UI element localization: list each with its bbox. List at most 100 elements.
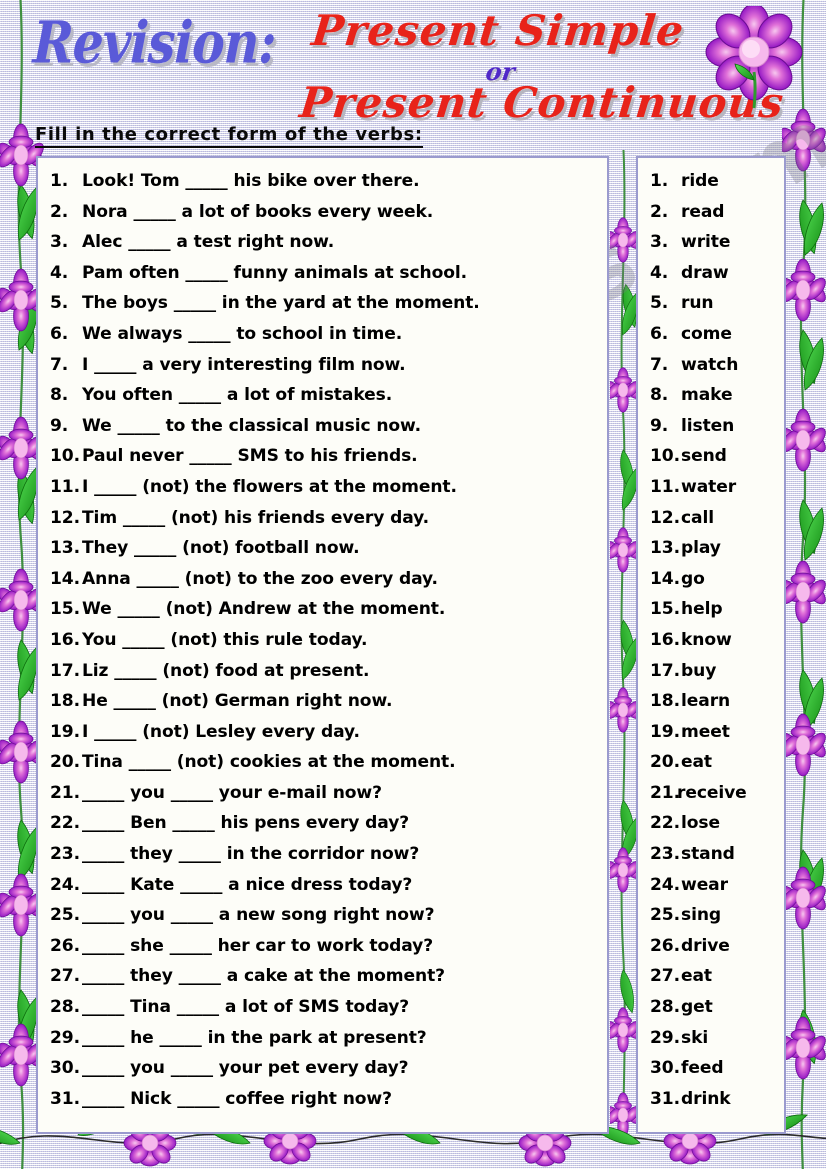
verb-row: 2. read: [650, 197, 784, 228]
center-flower-vine-decoration: [610, 150, 636, 1140]
verb-word: read: [681, 201, 725, 222]
sentence-text: I _____ (not) the flowers at the moment.: [82, 476, 457, 497]
sentence-row: 17. Liz _____ (not) food at present.: [50, 656, 607, 687]
sentence-number: 11.: [50, 476, 80, 497]
verb-word: call: [681, 507, 714, 528]
sentence-number: 14.: [50, 568, 80, 589]
sentence-row: 18. He _____ (not) German right now.: [50, 686, 607, 717]
verb-number: 23.: [650, 844, 680, 865]
sentence-number: 12.: [50, 507, 80, 528]
verb-number: 20.: [650, 752, 680, 773]
worksheet-header: Revision: Present Simple or Present Cont…: [0, 0, 826, 127]
verb-number: 14.: [650, 568, 680, 589]
verb-row: 16. know: [650, 625, 784, 656]
sentence-number: 15.: [50, 599, 80, 620]
sentence-row: 19. I _____ (not) Lesley every day.: [50, 717, 607, 748]
sentence-row: 1. Look! Tom _____ his bike over there.: [50, 166, 607, 197]
sentence-text: Tina _____ (not) cookies at the moment.: [82, 752, 456, 773]
sentence-text: _____ you _____ your pet every day?: [82, 1058, 409, 1079]
sentence-row: 30. _____ you _____ your pet every day?: [50, 1053, 607, 1084]
verb-number: 22.: [650, 813, 680, 834]
verb-row: 20. eat: [650, 747, 784, 778]
verb-row: 5. run: [650, 288, 784, 319]
sentences-panel: 1. Look! Tom _____ his bike over there. 2…: [36, 156, 609, 1134]
sentence-row: 10. Paul never _____ SMS to his friends.: [50, 441, 607, 472]
sentence-text: _____ they _____ a cake at the moment?: [82, 966, 445, 987]
verb-number: 29.: [650, 1027, 680, 1048]
sentence-number: 13.: [50, 538, 80, 559]
verb-row: 30. feed: [650, 1053, 784, 1084]
sentence-number: 2.: [50, 201, 69, 222]
sentence-number: 16.: [50, 629, 80, 650]
sentence-text: We _____ to the classical music now.: [82, 415, 422, 436]
sentence-row: 25. _____ you _____ a new song right now?: [50, 900, 607, 931]
sentence-number: 24.: [50, 874, 80, 895]
verb-row: 1. ride: [650, 166, 784, 197]
sentence-number: 26.: [50, 935, 80, 956]
sentence-number: 18.: [50, 691, 80, 712]
sentence-text: Tim _____ (not) his friends every day.: [82, 507, 429, 528]
sentence-row: 26. _____ she _____ her car to work today…: [50, 931, 607, 962]
verb-number: 6.: [650, 323, 669, 344]
verb-word: get: [681, 997, 713, 1018]
verb-row: 15. help: [650, 594, 784, 625]
sentence-number: 4.: [50, 262, 69, 283]
verb-number: 11.: [650, 476, 680, 497]
verb-number: 25.: [650, 905, 680, 926]
sentence-text: You _____ (not) this rule today.: [82, 629, 368, 650]
verb-number: 8.: [650, 385, 669, 406]
verb-row: 9. listen: [650, 411, 784, 442]
sentence-number: 1.: [50, 171, 69, 191]
sentence-row: 2. Nora _____ a lot of books every week.: [50, 197, 607, 228]
sentence-row: 3. Alec _____ a test right now.: [50, 227, 607, 258]
verb-word: eat: [681, 752, 712, 773]
sentence-text: The boys _____ in the yard at the moment…: [82, 293, 480, 314]
verb-number: 1.: [650, 171, 669, 191]
sentence-row: 11. I _____ (not) the flowers at the mome…: [50, 472, 607, 503]
sentence-text: _____ they _____ in the corridor now?: [82, 844, 420, 865]
verb-word: run: [681, 293, 714, 314]
sentence-number: 28.: [50, 997, 80, 1018]
sentence-row: 21. _____ you _____ your e-mail now?: [50, 778, 607, 809]
verb-row: 26. drive: [650, 931, 784, 962]
verb-word: receive: [677, 782, 747, 803]
sentence-row: 29. _____ he _____ in the park at present…: [50, 1023, 607, 1054]
sentence-number: 25.: [50, 905, 80, 926]
sentence-number: 22.: [50, 813, 80, 834]
verb-number: 2.: [650, 201, 669, 222]
sentence-number: 27.: [50, 966, 80, 987]
verb-number: 9.: [650, 415, 669, 436]
sentence-text: I _____ a very interesting film now.: [82, 354, 406, 375]
verb-word: drink: [681, 1088, 731, 1109]
worksheet-page: Revision: Present Simple or Present Cont…: [0, 0, 826, 1169]
verb-row: 8. make: [650, 380, 784, 411]
verb-row: 21. receive: [650, 778, 784, 809]
verb-number: 28.: [650, 997, 680, 1018]
sentence-text: _____ Nick _____ coffee right now?: [82, 1088, 392, 1109]
sentence-row: 6. We always _____ to school in time.: [50, 319, 607, 350]
verb-number: 18.: [650, 691, 680, 712]
sentence-text: Paul never _____ SMS to his friends.: [82, 446, 418, 467]
sentence-text: _____ she _____ her car to work today?: [82, 935, 434, 956]
sentence-number: 23.: [50, 844, 80, 865]
sentence-row: 16. You _____ (not) this rule today.: [50, 625, 607, 656]
verb-row: 11. water: [650, 472, 784, 503]
verb-row: 7. watch: [650, 350, 784, 381]
verb-number: 21.: [650, 782, 680, 803]
verb-row: 12. call: [650, 503, 784, 534]
verb-word: eat: [681, 966, 712, 987]
sentence-row: 8. You often _____ a lot of mistakes.: [50, 380, 607, 411]
verb-row: 4. draw: [650, 258, 784, 289]
sentence-text: _____ he _____ in the park at present?: [82, 1027, 427, 1048]
sentence-text: Liz _____ (not) food at present.: [82, 660, 370, 681]
verb-number: 10.: [650, 446, 680, 467]
verb-word: make: [681, 385, 733, 406]
sentence-text: Nora _____ a lot of books every week.: [82, 201, 434, 222]
sentence-row: 24. _____ Kate _____ a nice dress today?: [50, 870, 607, 901]
verb-row: 17. buy: [650, 656, 784, 687]
sentence-number: 7.: [50, 354, 69, 375]
verb-word: lose: [681, 813, 720, 834]
verb-number: 17.: [650, 660, 680, 681]
verb-word: drive: [681, 935, 730, 956]
sentence-row: 7. I _____ a very interesting film now.: [50, 350, 607, 381]
